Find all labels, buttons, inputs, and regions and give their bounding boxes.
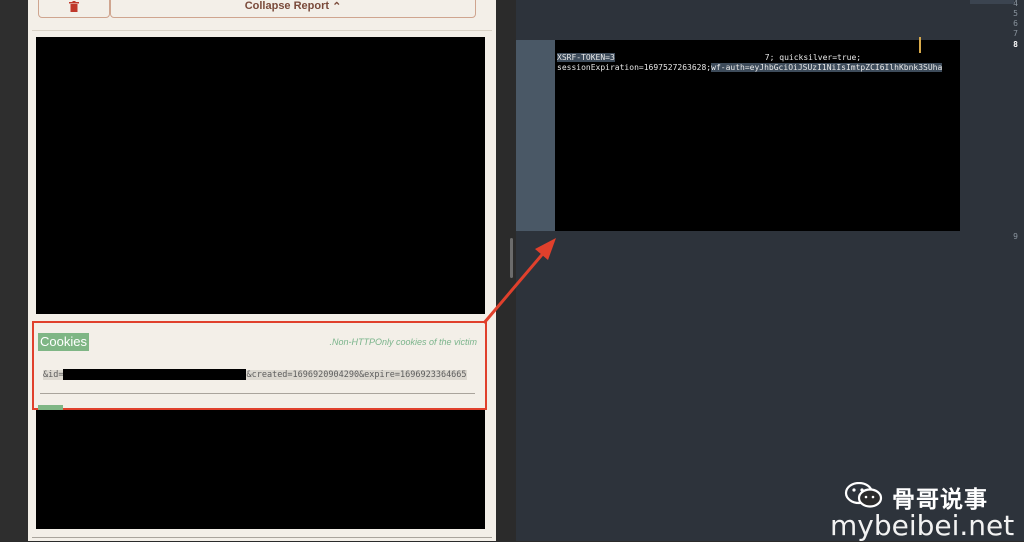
cookie-timestamps: &created=1696920904290&expire=1696923364… — [246, 369, 467, 380]
code-text: 7; quicksilver=true; — [764, 52, 862, 62]
collapse-report-label: Collapse Report — [244, 0, 330, 12]
wechat-icon — [844, 482, 883, 508]
collapse-report-button[interactable]: Collapse Report ⌃ — [110, 0, 476, 18]
redacted-cookie-id — [63, 369, 247, 380]
redacted-screenshot — [36, 37, 485, 314]
divider — [32, 30, 492, 31]
line-number-active: 8 — [1013, 40, 1018, 49]
cookies-note: .Non-HTTPOnly cookies of the victim — [329, 337, 477, 347]
text-cursor — [919, 37, 921, 53]
delete-report-button[interactable] — [38, 0, 110, 18]
active-line-gutter — [516, 40, 555, 231]
watermark: 骨哥说事 mybeibei.net — [830, 478, 1020, 542]
editor-tab[interactable] — [970, 0, 1014, 4]
xss-report-panel: Collapse Report ⌃ Cookies .Non-HTTPOnly … — [28, 0, 496, 541]
cookie-value[interactable]: &id= &created=1696920904290&expire=16969… — [43, 369, 467, 380]
code-text: sessionExpiration=1697527263628; — [557, 62, 712, 72]
code-editor[interactable]: 4 5 6 7 8 9 XSRF-TOKEN=3 7; quicksilver=… — [516, 0, 1024, 541]
line-number: 6 — [1013, 19, 1018, 28]
code-line[interactable]: XSRF-TOKEN=3 7; quicksilver=true; — [557, 52, 861, 62]
line-number: 5 — [1013, 9, 1018, 18]
line-number: 9 — [1013, 232, 1018, 241]
redacted-screenshot — [36, 410, 485, 529]
line-number: 7 — [1013, 29, 1018, 38]
divider — [32, 537, 492, 538]
cookie-id-prefix: &id= — [43, 369, 64, 380]
watermark-site: mybeibei.net — [830, 509, 1015, 542]
left-gutter — [0, 0, 28, 541]
code-text: XSRF-TOKEN=3 — [557, 52, 615, 62]
code-text-selected: wf-auth=eyJhbGciOiJSUzI1NiIsImtpZCI6IlhK… — [711, 62, 943, 72]
divider — [40, 393, 475, 394]
cookies-heading: Cookies — [38, 333, 89, 351]
trash-icon — [69, 0, 79, 12]
pane-splitter-handle[interactable] — [510, 238, 513, 278]
double-chevron-up-icon: ⌃ — [332, 0, 342, 13]
cookies-section: Cookies .Non-HTTPOnly cookies of the vic… — [32, 321, 487, 410]
code-line[interactable]: sessionExpiration=1697527263628; wf-auth… — [557, 62, 943, 72]
